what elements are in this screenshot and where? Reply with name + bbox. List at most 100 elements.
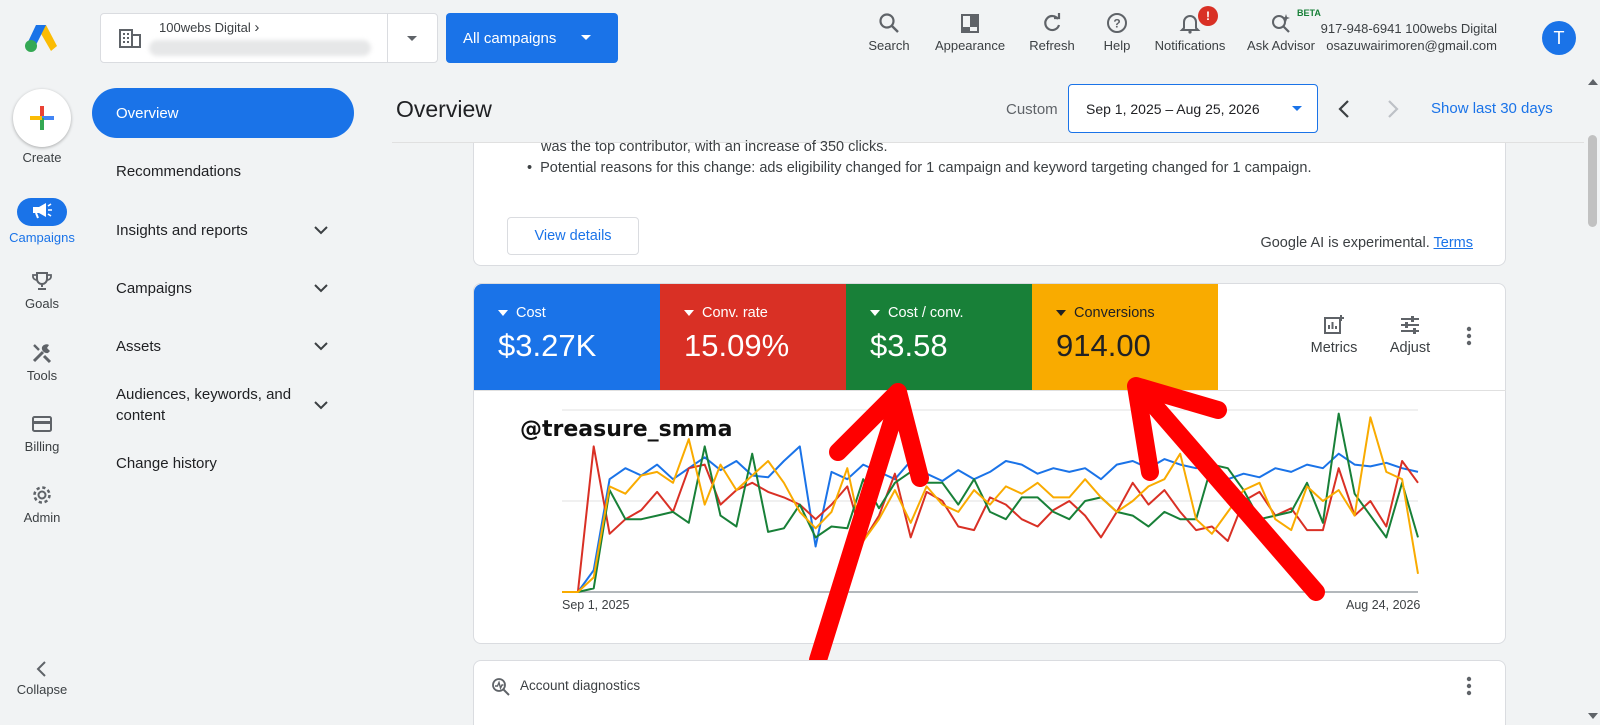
nav-insights-and-reports[interactable]: Insights and reports [92, 220, 354, 240]
create-label: Create [22, 150, 62, 165]
metric-conversions[interactable]: Conversions 914.00 [1032, 284, 1218, 390]
nav-audiences-label: Audiences, keywords, and content [116, 386, 292, 424]
add-chart-icon [1324, 315, 1344, 334]
nav-overview[interactable]: Overview [92, 88, 354, 138]
diagnostics-icon [492, 678, 510, 696]
nav-change-history[interactable]: Change history [92, 453, 354, 473]
metric-cost-per-conv-value: $3.58 [870, 328, 948, 363]
date-range-picker[interactable]: Sep 1, 2025 – Aug 25, 2026 [1068, 84, 1318, 133]
user-email: osazuwairimoren@gmail.com [1326, 38, 1497, 53]
ask-advisor-label: Ask Advisor [1247, 38, 1315, 53]
scroll-up-arrow-icon[interactable] [1587, 78, 1599, 86]
metric-conversions-value: 914.00 [1056, 328, 1151, 363]
caret-down-icon [498, 310, 508, 316]
metric-cost[interactable]: Cost $3.27K [474, 284, 660, 390]
appearance-button[interactable]: Appearance [930, 10, 1010, 53]
date-range-value: Sep 1, 2025 – Aug 25, 2026 [1086, 100, 1260, 117]
adjust-label: Adjust [1389, 340, 1431, 356]
avatar[interactable]: T [1542, 21, 1576, 55]
nav-assets-label: Assets [116, 337, 162, 355]
summary-bullet: • Potential reasons for this change: ads … [527, 160, 1311, 176]
rail-campaigns[interactable]: Campaigns [0, 198, 84, 245]
show-last-30-days-link[interactable]: Show last 30 days [1431, 100, 1553, 117]
rail-goals[interactable]: Goals [0, 270, 84, 311]
metric-conv-rate-value: 15.09% [684, 328, 790, 363]
more-options-icon[interactable] [1466, 676, 1472, 696]
beta-tag: BETA [1297, 8, 1321, 18]
date-range-type: Custom [1006, 101, 1058, 118]
x-axis-start-label: Sep 1, 2025 [562, 598, 630, 612]
caret-down-icon [870, 310, 880, 316]
rail-billing[interactable]: Billing [0, 413, 84, 454]
view-details-button[interactable]: View details [507, 217, 639, 255]
collapse-label: Collapse [16, 682, 68, 697]
chevron-left-icon [36, 661, 46, 677]
rail-admin[interactable]: Admin [0, 484, 84, 525]
caret-down-icon [1292, 106, 1302, 111]
chevron-down-icon [314, 400, 328, 409]
caret-down-icon [1056, 310, 1066, 316]
metric-conv-rate[interactable]: Conv. rate 15.09% [660, 284, 846, 390]
tune-icon [1401, 316, 1419, 334]
chevron-down-icon [314, 341, 328, 350]
collapse-button[interactable]: Collapse [0, 660, 84, 697]
more-options-icon[interactable] [1466, 326, 1472, 346]
ai-experimental-note: Google AI is experimental. Terms [1260, 235, 1473, 251]
notifications-button[interactable]: Notifications ! [1150, 6, 1230, 53]
rail-campaigns-label: Campaigns [9, 230, 75, 245]
metric-cost-label: Cost [516, 305, 546, 321]
account-selector[interactable]: 100webs Digital › [100, 13, 438, 63]
create-button[interactable] [13, 89, 71, 147]
appearance-icon [961, 14, 979, 33]
google-ads-logo[interactable] [24, 22, 58, 52]
rail-tools[interactable]: Tools [0, 342, 84, 383]
ask-advisor-button[interactable]: Ask Advisor BETA [1245, 8, 1321, 53]
terms-link[interactable]: Terms [1434, 235, 1473, 251]
refresh-button[interactable]: Refresh [1025, 10, 1079, 53]
gear-icon [33, 486, 51, 504]
nav-recommendations[interactable]: Recommendations [92, 161, 354, 181]
credit-card-icon [32, 416, 52, 432]
campaigns-icon-pill [17, 198, 67, 226]
metrics-button[interactable]: Metrics [1303, 314, 1365, 356]
rail-billing-label: Billing [24, 439, 60, 454]
chevron-right-icon: › [254, 19, 260, 36]
watermark-text: @treasure_smma [520, 417, 733, 442]
refresh-label: Refresh [1029, 38, 1075, 53]
account-dropdown-button[interactable] [387, 14, 437, 62]
help-label: Help [1103, 38, 1131, 53]
scrollbar-thumb[interactable] [1588, 135, 1597, 227]
notifications-label: Notifications [1154, 38, 1226, 53]
metric-cost-per-conv-label: Cost / conv. [888, 305, 964, 321]
tools-icon [32, 344, 52, 364]
search-label: Search [868, 38, 910, 53]
caret-down-icon [407, 35, 417, 41]
next-period-button[interactable] [1386, 98, 1400, 120]
chevron-down-icon [314, 283, 328, 292]
help-button[interactable]: ? Help [1100, 10, 1134, 53]
user-info[interactable]: 917-948-6941 100webs Digital osazuwairim… [1321, 20, 1497, 54]
caret-down-icon [581, 35, 591, 40]
refresh-icon [1044, 13, 1061, 32]
metric-conversions-label: Conversions [1074, 305, 1155, 321]
metrics-divider [473, 390, 1506, 391]
previous-period-button[interactable] [1337, 98, 1351, 120]
account-diagnostics-title: Account diagnostics [520, 678, 641, 693]
nav-recommendations-label: Recommendations [116, 162, 242, 180]
metric-cost-per-conv[interactable]: Cost / conv. $3.58 [846, 284, 1032, 390]
nav-campaigns[interactable]: Campaigns [92, 278, 354, 298]
all-campaigns-button[interactable]: All campaigns [446, 13, 618, 63]
scroll-down-arrow-icon[interactable] [1587, 712, 1599, 720]
nav-assets[interactable]: Assets [92, 336, 354, 356]
plus-icon [30, 106, 54, 130]
summary-bullet-text: Potential reasons for this change: ads e… [540, 160, 1312, 176]
nav-audiences-keywords-content[interactable]: Audiences, keywords, and content [92, 383, 354, 427]
metric-cost-value: $3.27K [498, 328, 597, 363]
adjust-button[interactable]: Adjust [1384, 314, 1436, 356]
search-button[interactable]: Search [862, 10, 916, 53]
nav-campaigns-label: Campaigns [116, 279, 192, 297]
rail-goals-label: Goals [25, 296, 59, 311]
user-account-line: 917-948-6941 100webs Digital [1320, 21, 1497, 36]
advisor-sparkle-icon [1272, 14, 1290, 33]
top-bar: 100webs Digital › All campaigns Search A… [0, 0, 1600, 76]
